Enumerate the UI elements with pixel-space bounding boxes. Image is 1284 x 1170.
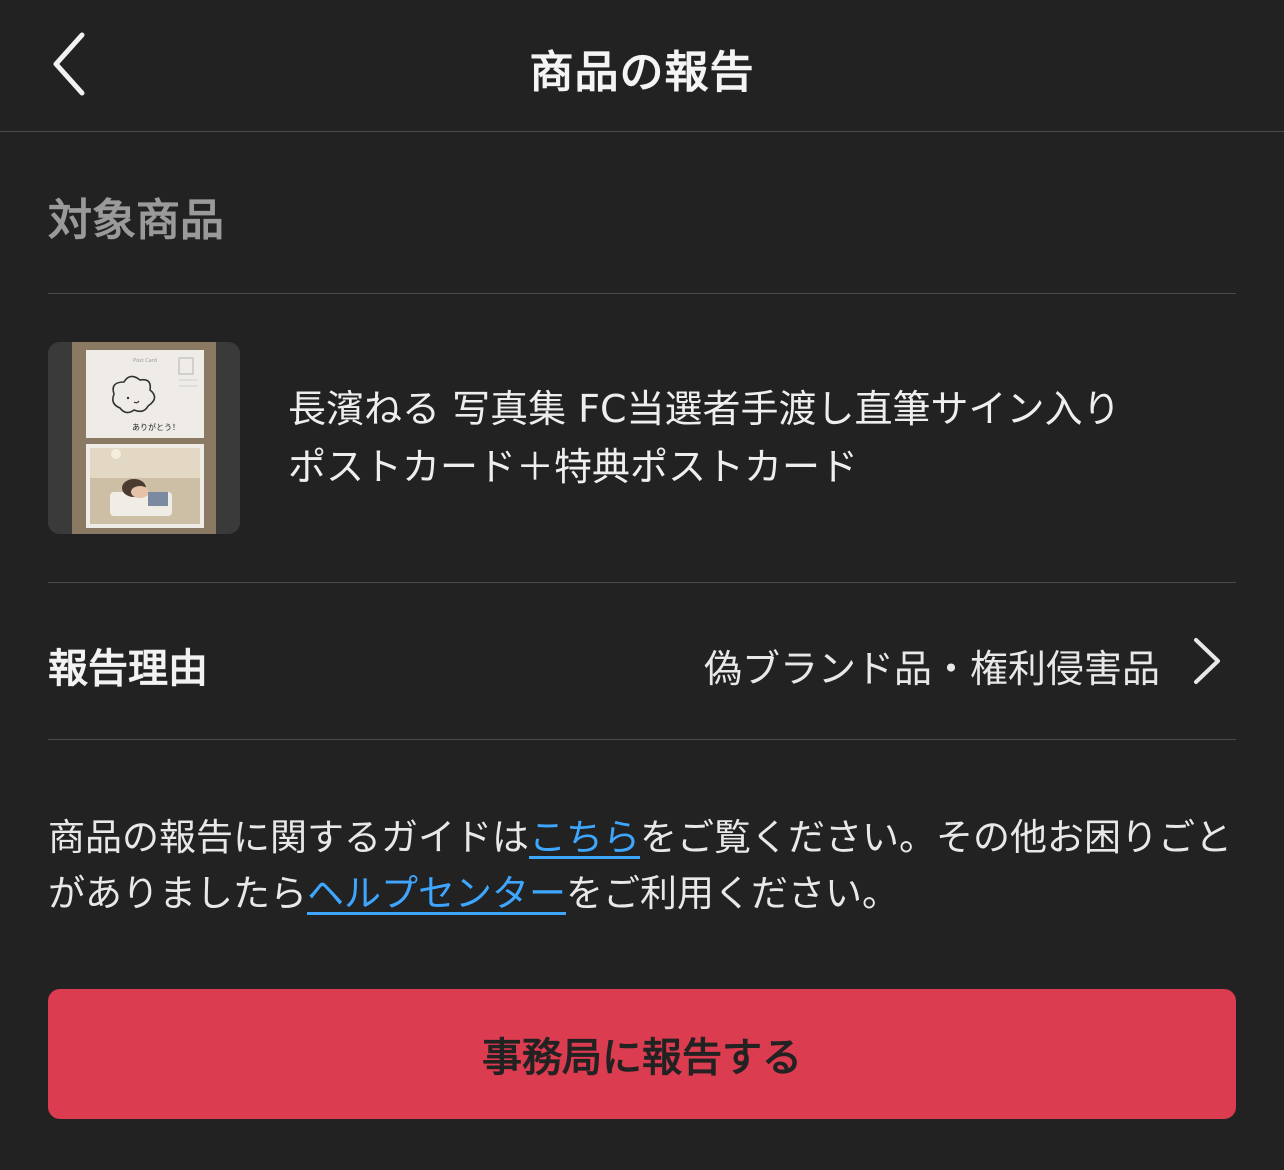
guide-text-part-1: 商品の報告に関するガイドは: [48, 816, 529, 859]
section-title-target-product: 対象商品: [48, 195, 224, 246]
divider: [48, 293, 1236, 294]
help-center-link[interactable]: ヘルプセンター: [307, 872, 566, 915]
page-title: 商品の報告: [529, 47, 755, 98]
product-name-line-1: 長濱ねる 写真集 FC当選者手渡し直筆サイン入り: [288, 387, 1121, 431]
product-name[interactable]: 長濱ねる 写真集 FC当選者手渡し直筆サイン入り ポストカード＋特典ポストカード: [288, 380, 1228, 496]
thumb-card-text: Post Card: [133, 358, 157, 364]
header-bar: 商品の報告: [0, 0, 1284, 132]
guide-text: 商品の報告に関するガイドはこちらをご覧ください。その他お困りごとがありましたらヘ…: [48, 810, 1248, 922]
guide-link[interactable]: こちら: [529, 816, 640, 859]
report-reason-value: 偽ブランド品・権利侵害品: [703, 647, 1160, 691]
guide-text-part-3: をご利用ください。: [566, 872, 899, 915]
product-thumbnail[interactable]: Post Card ありがとう！: [48, 342, 240, 534]
report-reason-row[interactable]: 報告理由 偽ブランド品・権利侵害品: [48, 584, 1236, 738]
product-photo-image: Post Card ありがとう！: [48, 342, 240, 534]
thumb-handwriting: ありがとう！: [132, 422, 180, 432]
divider: [48, 582, 1236, 583]
product-name-line-2: ポストカード＋特典ポストカード: [288, 445, 859, 489]
chevron-right-icon: [1194, 638, 1220, 684]
report-reason-label: 報告理由: [48, 646, 208, 692]
divider: [48, 739, 1236, 740]
report-to-office-button[interactable]: 事務局に報告する: [48, 989, 1236, 1119]
